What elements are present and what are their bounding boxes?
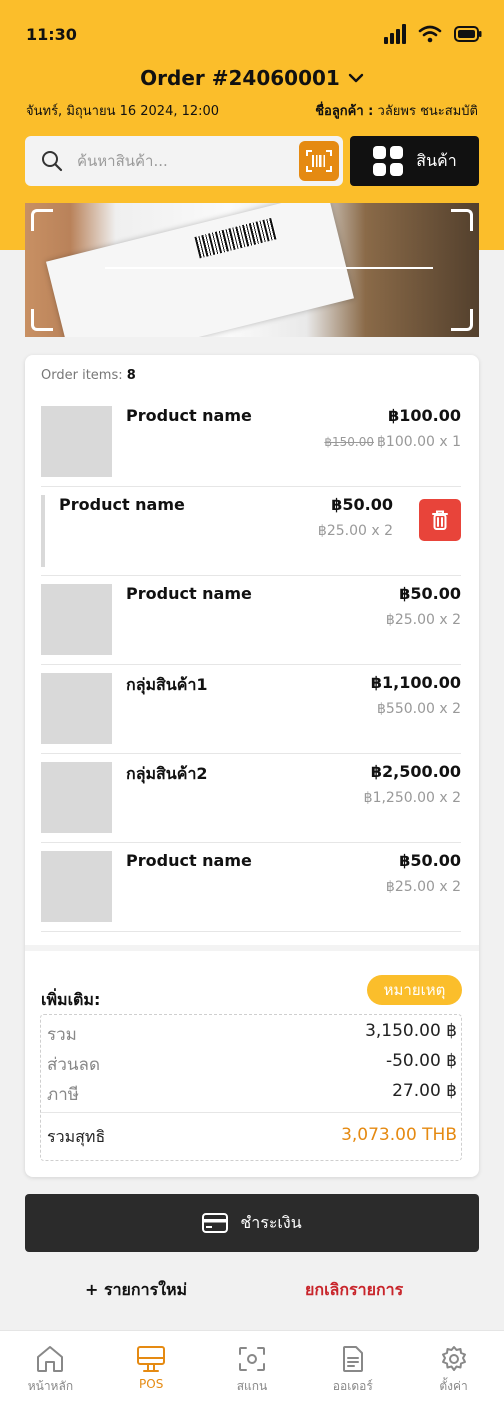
pos-icon [137,1346,166,1372]
order-summary: รวม 3,150.00 ฿ ส่วนลด -50.00 ฿ ภาษี 27.00 ฿… [40,1014,462,1161]
product-name: กลุ่มสินค้า1 [126,675,208,694]
settings-icon [441,1346,466,1371]
scan-line [105,267,433,269]
product-name: Product name [126,406,252,425]
scan-frame-corner [31,209,53,231]
credit-card-icon [202,1213,229,1233]
subtotal-row: รวม 3,150.00 ฿ [47,1021,457,1048]
product-price: ฿50.00 [399,584,461,603]
order-date: จันทร์, มิถุนายน 16 2024, 12:00 [26,104,220,119]
subtotal-value: 3,150.00 ฿ [365,1021,457,1041]
product-thumbnail [41,851,112,922]
order-item[interactable]: Product name ฿50.00 ฿25.00 x 2 [41,487,461,576]
product-thumbnail [41,584,112,655]
product-name: Product name [126,584,252,603]
product-unit-price: ฿150.00 ฿100.00 x 1 [324,434,461,450]
product-name: Product name [126,851,252,870]
battery-icon [454,26,482,42]
product-price: ฿50.00 [399,851,461,870]
nav-label: POS [139,1377,164,1391]
nav-item-orders[interactable]: ออเดอร์ [302,1331,403,1404]
barcode-scan-button[interactable] [299,141,339,181]
tax-row: ภาษี 27.00 ฿ [47,1081,457,1108]
scan-frame-corner [451,209,473,231]
original-price: ฿150.00 [324,435,374,449]
note-button[interactable]: หมายเหตุ [367,975,462,1005]
status-time: 11:30 [26,24,77,44]
product-price: ฿2,500.00 [370,762,461,781]
nav-label: สแกน [236,1379,268,1393]
order-item[interactable]: กลุ่มสินค้า2 ฿2,500.00 ฿1,250.00 x 2 [41,754,461,843]
product-unit-price: ฿550.00 x 2 [377,701,461,717]
nav-item-pos[interactable]: POS [101,1331,202,1404]
document-icon [342,1346,363,1372]
order-meta: จันทร์, มิถุนายน 16 2024, 12:00 ชื่อลูกค… [26,100,478,121]
order-item[interactable]: กลุ่มสินค้า1 ฿1,100.00 ฿550.00 x 2 [41,665,461,754]
order-item[interactable]: Product name ฿100.00 ฿150.00 ฿100.00 x 1 [41,398,461,487]
nav-label: ตั้งค่า [439,1379,468,1393]
order-item[interactable]: Product name ฿50.00 ฿25.00 x 2 [41,843,461,932]
product-price: ฿1,100.00 [370,673,461,692]
customer-name: วลัยพร ชนะสมบัติ [377,104,478,119]
order-selector[interactable]: Order #24060001 [0,66,504,90]
pay-button-label: ชำระเงิน [240,1212,302,1232]
search-input[interactable]: ค้นหาสินค้า... [77,149,299,173]
delete-item-button[interactable] [419,499,461,541]
wifi-icon [418,25,442,43]
product-price: ฿50.00 [331,495,393,514]
order-title: Order #24060001 [140,66,340,90]
total-value: 3,073.00 THB [341,1125,457,1145]
bottom-navigation: หน้าหลัก POS สแกน ออเดอร์ ตั้งค่า [0,1330,504,1404]
cancel-order-button[interactable]: ยกเลิกรายการ [305,1278,403,1303]
pay-button[interactable]: ชำระเงิน [25,1194,479,1252]
summary-divider [41,1112,461,1113]
extra-label: เพิ่มเติม: [41,990,101,1009]
product-name: กลุ่มสินค้า2 [126,764,208,783]
product-button[interactable]: สินค้า [350,136,479,186]
nav-label: หน้าหลัก [27,1379,74,1393]
nav-item-home[interactable]: หน้าหลัก [0,1331,101,1404]
scan-frame-corner [31,309,53,331]
grid-icon [373,146,404,176]
barcode-icon [306,150,332,172]
order-item[interactable]: Product name ฿50.00 ฿25.00 x 2 [41,576,461,665]
customer-label: ชื่อลูกค้า : [315,104,374,119]
order-card: Order items: 8 Product name ฿100.00 ฿150… [25,355,479,1177]
total-row: รวมสุทธิ 3,073.00 THB [47,1125,457,1150]
discount-value: -50.00 ฿ [385,1051,457,1071]
product-button-label: สินค้า [416,150,457,170]
product-unit-price: ฿25.00 x 2 [317,523,393,539]
trash-icon [432,510,448,530]
signal-icon [384,24,406,44]
scan-icon [238,1347,265,1371]
product-thumbnail [41,762,112,833]
product-unit-price: ฿25.00 x 2 [385,879,461,895]
product-price: ฿100.00 [388,406,461,425]
nav-item-scan[interactable]: สแกน [202,1331,303,1404]
product-unit-price: ฿1,250.00 x 2 [363,790,461,806]
barcode-scanner-view[interactable] [25,203,479,337]
home-icon [37,1346,64,1372]
search-icon [42,151,63,172]
discount-row: ส่วนลด -50.00 ฿ [47,1051,457,1078]
section-divider [25,945,479,951]
nav-item-settings[interactable]: ตั้งค่า [403,1331,504,1404]
nav-label: ออเดอร์ [332,1379,373,1393]
customer-info: ชื่อลูกค้า : วลัยพร ชนะสมบัติ [315,100,478,121]
order-items-count: Order items: 8 [41,368,136,383]
new-item-button[interactable]: + รายการใหม่ [85,1278,187,1303]
chevron-down-icon [348,73,364,83]
product-thumbnail [41,406,112,477]
product-thumbnail [41,673,112,744]
product-name: Product name [59,495,185,514]
tax-value: 27.00 ฿ [392,1081,457,1101]
status-bar: 11:30 [26,22,482,46]
scan-frame-corner [451,309,473,331]
product-unit-price: ฿25.00 x 2 [385,612,461,628]
search-bar[interactable]: ค้นหาสินค้า... [25,136,343,186]
